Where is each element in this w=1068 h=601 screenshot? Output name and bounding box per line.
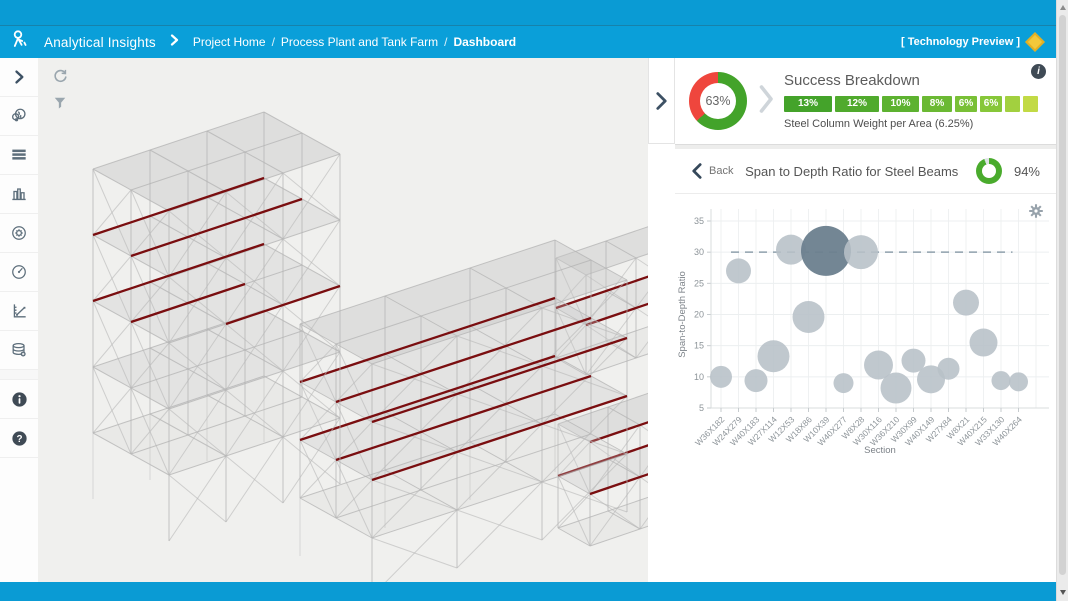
tool-sidebar: ? — [0, 58, 39, 582]
success-bar-segment[interactable] — [1005, 96, 1020, 112]
svg-text:?: ? — [16, 433, 22, 444]
info-icon[interactable]: i — [1031, 64, 1046, 79]
detail-section: Back Span to Depth Ratio for Steel Beams… — [675, 149, 1056, 582]
analysis-brain-icon[interactable] — [0, 97, 38, 136]
design-ratio-chart-icon[interactable] — [0, 292, 38, 331]
chart-bubble-W8X28[interactable] — [844, 235, 878, 269]
chart-bubble-W24X279[interactable] — [726, 258, 751, 283]
chart-bubble-W10X39[interactable] — [801, 226, 851, 276]
panel-expander[interactable] — [648, 58, 675, 144]
app-logo-icon — [10, 29, 32, 56]
success-breakdown-card: 63% Success Breakdown 13%12%10%8%6%6% St… — [675, 58, 1056, 145]
structural-model-3d — [38, 58, 648, 582]
svg-text:Section: Section — [864, 445, 896, 456]
chart-bubble-W40X264[interactable] — [1009, 372, 1028, 391]
scroll-up-arrow-icon[interactable] — [1060, 5, 1066, 10]
breadcrumb-item-dashboard[interactable]: Dashboard — [453, 35, 516, 49]
gauge-icon[interactable] — [0, 253, 38, 292]
chart-settings-gear-icon[interactable] — [1028, 203, 1044, 224]
chart-bubble-W40X277[interactable] — [834, 373, 854, 393]
chart-bubble-W8X21[interactable] — [953, 290, 979, 316]
browser-top-strip — [0, 0, 1056, 26]
breadcrumb-chevron-icon — [170, 33, 179, 51]
success-breakdown-title: Success Breakdown — [784, 72, 1056, 89]
detail-title: Span to Depth Ratio for Steel Beams — [733, 164, 970, 179]
detail-score-ring — [976, 158, 1002, 184]
overall-score-value: 63% — [689, 72, 747, 130]
chart-bubble-W33X130[interactable] — [992, 371, 1011, 390]
success-bar-segment[interactable]: 8% — [922, 96, 952, 112]
breadcrumb-item-project-home[interactable]: Project Home — [193, 35, 266, 49]
next-chevron-icon — [759, 84, 774, 119]
selected-metric-caption: Steel Column Weight per Area (6.25%) — [784, 118, 1056, 130]
svg-text:15: 15 — [694, 341, 704, 351]
success-bar-segment[interactable] — [1023, 96, 1038, 112]
model-viewport[interactable] — [38, 58, 648, 582]
svg-text:20: 20 — [694, 310, 704, 320]
app-title[interactable]: Analytical Insights — [44, 35, 156, 50]
svg-text:30: 30 — [694, 247, 704, 257]
span-depth-bubble-chart: 5101520253035W36X182W24X279W40X183W27X11… — [675, 195, 1056, 471]
breadcrumb-item-process-plant[interactable]: Process Plant and Tank Farm — [281, 35, 438, 49]
chart-bubble-W36X182[interactable] — [710, 366, 732, 388]
app-header: Analytical Insights Project Home / Proce… — [0, 26, 1056, 58]
scrollbar-thumb[interactable] — [1059, 15, 1066, 575]
breadcrumb-separator: / — [272, 35, 275, 49]
success-bar-segment[interactable]: 12% — [835, 96, 879, 112]
success-bar-segment[interactable]: 6% — [980, 96, 1002, 112]
back-label: Back — [709, 165, 733, 177]
success-bars: 13%12%10%8%6%6% — [784, 96, 1056, 112]
info-icon[interactable] — [0, 380, 38, 419]
back-chevron-icon — [691, 162, 702, 180]
breadcrumb: Project Home / Process Plant and Tank Fa… — [193, 35, 516, 49]
data-table-icon[interactable] — [0, 136, 38, 175]
chart-bubble-W40X183[interactable] — [745, 369, 768, 392]
chart-bubble-W27X84[interactable] — [938, 358, 960, 380]
collapse-panel-chevron-icon[interactable] — [0, 58, 38, 97]
expand-chevron-icon — [655, 90, 668, 112]
scroll-down-arrow-icon[interactable] — [1060, 590, 1066, 595]
page-scrollbar[interactable] — [1056, 0, 1068, 601]
svg-text:10: 10 — [694, 372, 704, 382]
settings-gear-icon[interactable] — [0, 214, 38, 253]
svg-text:Span-to-Depth Ratio: Span-to-Depth Ratio — [677, 271, 688, 358]
detail-header: Back Span to Depth Ratio for Steel Beams… — [675, 149, 1056, 194]
filter-icon[interactable] — [50, 92, 70, 112]
success-bar-segment[interactable]: 13% — [784, 96, 832, 112]
chart-bubble-W18X86[interactable] — [793, 301, 825, 333]
svg-text:35: 35 — [694, 216, 704, 226]
success-bar-segment[interactable]: 6% — [955, 96, 977, 112]
svg-text:25: 25 — [694, 278, 704, 288]
database-icon[interactable] — [0, 331, 38, 370]
success-bar-segment[interactable]: 10% — [882, 96, 919, 112]
breadcrumb-separator: / — [444, 35, 447, 49]
preview-diamond-icon — [1025, 32, 1045, 52]
chart-bubble-W40X215[interactable] — [970, 329, 998, 357]
chart-bubble-W36X210[interactable] — [881, 373, 912, 404]
detail-score-value: 94% — [1014, 164, 1040, 179]
results-building-icon[interactable] — [0, 175, 38, 214]
bottom-status-bar — [0, 582, 1056, 601]
help-icon[interactable]: ? — [0, 419, 38, 458]
overall-score-donut[interactable]: 63% — [689, 72, 747, 130]
sidebar-group-divider — [0, 370, 38, 380]
chart-bubble-W27X114[interactable] — [758, 340, 790, 372]
analytics-panel: 63% Success Breakdown 13%12%10%8%6%6% St… — [675, 58, 1056, 582]
svg-text:5: 5 — [699, 403, 704, 413]
technology-preview-badge: [ Technology Preview ] — [901, 36, 1020, 48]
refresh-icon[interactable] — [50, 66, 70, 86]
bubble-chart-area: 5101520253035W36X182W24X279W40X183W27X11… — [675, 195, 1056, 471]
back-button[interactable]: Back — [691, 162, 733, 180]
